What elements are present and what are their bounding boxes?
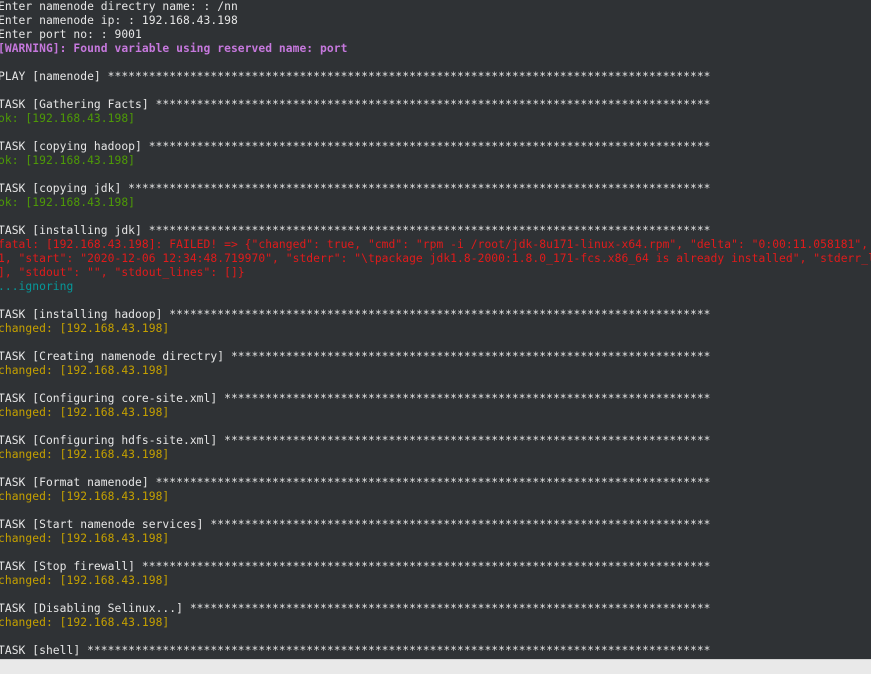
terminal-line-changed: changed: [192.168.43.198]: [0, 490, 170, 503]
terminal-line-fatal: ], "stdout": "", "stdout_lines": []}: [0, 266, 245, 279]
terminal-line: TASK [Creating namenode directry] ******…: [0, 350, 711, 363]
terminal-line-changed: changed: [192.168.43.198]: [0, 616, 170, 629]
terminal-line: TASK [copying hadoop] ******************…: [0, 140, 711, 153]
window-bottom-bar: [0, 659, 871, 674]
terminal-line: TASK [installing jdk] ******************…: [0, 224, 711, 237]
terminal-line-ok: ok: [192.168.43.198]: [0, 154, 136, 167]
terminal-line-ok: ok: [192.168.43.198]: [0, 196, 136, 209]
terminal-line: TASK [Disabling Selinux...] ************…: [0, 602, 711, 615]
terminal-line-changed: changed: [192.168.43.198]: [0, 532, 170, 545]
terminal-line: TASK [Gathering Facts] *****************…: [0, 98, 711, 111]
terminal-line: TASK [Start namenode services] *********…: [0, 518, 711, 531]
terminal-line-changed: changed: [192.168.43.198]: [0, 574, 170, 587]
terminal-line: TASK [Stop firewall] *******************…: [0, 560, 711, 573]
terminal-line: Enter namenode ip: : 192.168.43.198: [0, 14, 238, 27]
terminal-line-fatal: fatal: [192.168.43.198]: FAILED! => {"ch…: [0, 238, 869, 251]
terminal-line-changed: changed: [192.168.43.198]: [0, 322, 170, 335]
terminal-line: TASK [copying jdk] *********************…: [0, 182, 711, 195]
terminal-line-ok: ok: [192.168.43.198]: [0, 112, 136, 125]
terminal-line: TASK [installing hadoop] ***************…: [0, 308, 711, 321]
terminal-line-changed: changed: [192.168.43.198]: [0, 406, 170, 419]
terminal-line-changed: changed: [192.168.43.198]: [0, 364, 170, 377]
terminal-line-ignoring: ...ignoring: [0, 280, 74, 293]
terminal-line-fatal: 1, "start": "2020-12-06 12:34:48.719970"…: [0, 252, 871, 265]
terminal-line: TASK [Configuring core-site.xml] *******…: [0, 392, 711, 405]
terminal-line: Enter port no: : 9001: [0, 28, 142, 41]
terminal-line: TASK [Configuring hdfs-site.xml] *******…: [0, 434, 711, 447]
terminal-line: Enter namenode directry name: : /nn: [0, 0, 238, 13]
terminal-line-warning: [WARNING]: Found variable using reserved…: [0, 42, 348, 55]
terminal-line: TASK [Format namenode] *****************…: [0, 476, 711, 489]
terminal-output[interactable]: Enter namenode directry name: : /nn Enter…: [0, 0, 871, 659]
terminal-line: PLAY [namenode] ************************…: [0, 70, 711, 83]
terminal-line-changed: changed: [192.168.43.198]: [0, 448, 170, 461]
terminal-line: TASK [shell] ***************************…: [0, 644, 711, 657]
